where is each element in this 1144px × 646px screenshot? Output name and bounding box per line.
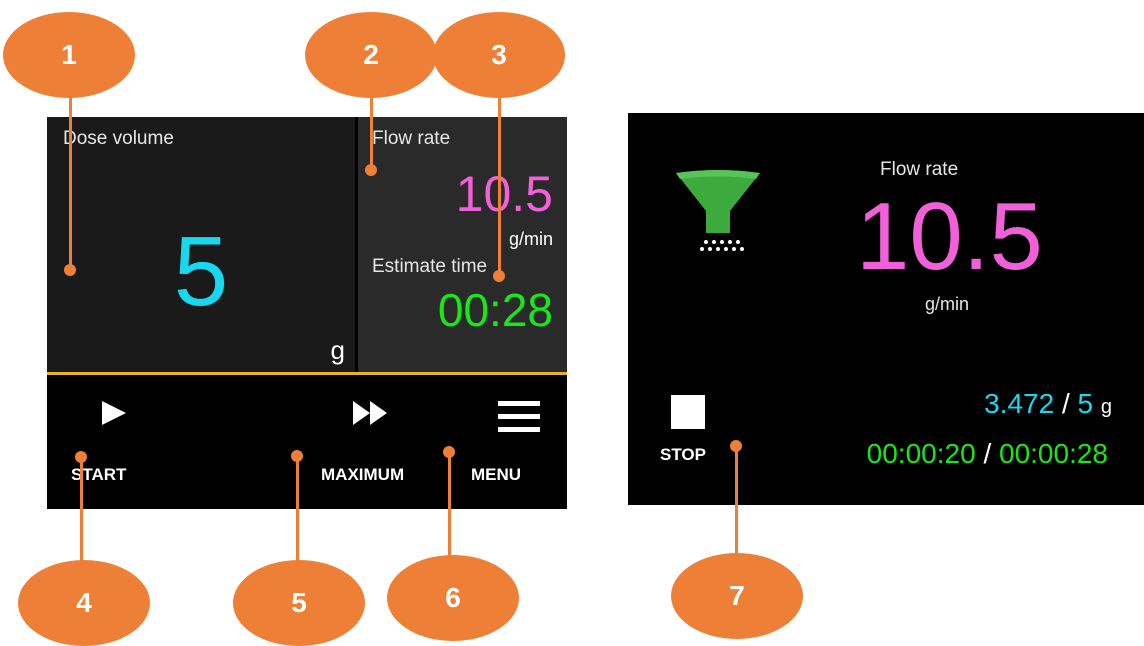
running-flow-rate-label: Flow rate [880,159,959,180]
callout-5-leader [296,456,299,568]
stop-button-label: STOP [660,445,706,464]
menu-icon [498,401,540,433]
maximum-button[interactable]: MAXIMUM [307,375,442,509]
callout-5-dot [291,450,303,462]
dosing-screen-idle: Dose volume 5 g Flow rate 10.5 g/min Est… [47,117,567,509]
dosing-screen-running: Flow rate 10.5 g/min 3.472 / 5 g 00:00:2… [628,113,1144,505]
menu-button-label: MENU [471,465,522,484]
callout-3-dot [493,270,505,282]
dose-volume-unit: g [330,335,345,365]
time-elapsed: 00:00:20 [866,438,976,469]
callout-2-dot [365,164,377,176]
estimate-time-label: Estimate time [372,256,488,277]
callout-5: 5 [233,560,365,646]
dose-progress: 3.472 / 5 g [984,388,1112,420]
flow-rate-value: 10.5 [455,166,553,222]
callout-6: 6 [387,555,519,641]
dose-progress-unit: g [1100,396,1112,418]
funnel-icon [676,170,760,251]
callout-4-leader [80,456,83,568]
running-flow-rate-value: 10.5 [856,183,1043,290]
time-progress: 00:00:20 / 00:00:28 [867,438,1108,470]
time-separator: / [983,438,992,469]
callout-3-leader [498,90,501,275]
flow-rate-panel[interactable]: Flow rate 10.5 g/min Estimate time 00:28 [358,117,567,372]
time-total: 00:00:28 [999,438,1108,469]
callout-2: 2 [305,12,437,98]
callout-1-dot [64,264,76,276]
dose-volume-label: Dose volume [63,128,174,149]
running-flow-rate-unit: g/min [925,294,970,314]
callout-6-leader [448,452,451,564]
dose-progress-current: 3.472 [984,388,1055,419]
dose-volume-panel[interactable]: Dose volume 5 g [47,117,355,372]
callout-1-leader [69,90,72,270]
callout-2-leader [370,90,373,170]
stop-button[interactable]: STOP [648,373,758,493]
fast-forward-icon [353,401,393,425]
flow-rate-unit: g/min [508,229,553,249]
dose-progress-separator: / [1061,388,1070,419]
stop-icon [671,395,705,429]
callout-6-dot [443,446,455,458]
play-icon [102,401,126,425]
callout-7: 7 [671,553,803,639]
callout-7-leader [735,446,738,558]
callout-3: 3 [433,12,565,98]
dose-progress-total: 5 [1077,388,1094,419]
start-button[interactable]: START [47,375,247,509]
callout-7-dot [730,440,742,452]
maximum-button-label: MAXIMUM [321,465,405,484]
flow-rate-label: Flow rate [372,128,451,149]
callout-1: 1 [3,12,135,98]
callout-4-dot [75,451,87,463]
menu-button[interactable]: MENU [457,375,567,509]
estimate-time-value: 00:28 [437,284,553,336]
dose-volume-value: 5 [173,216,229,326]
callout-4: 4 [18,560,150,646]
